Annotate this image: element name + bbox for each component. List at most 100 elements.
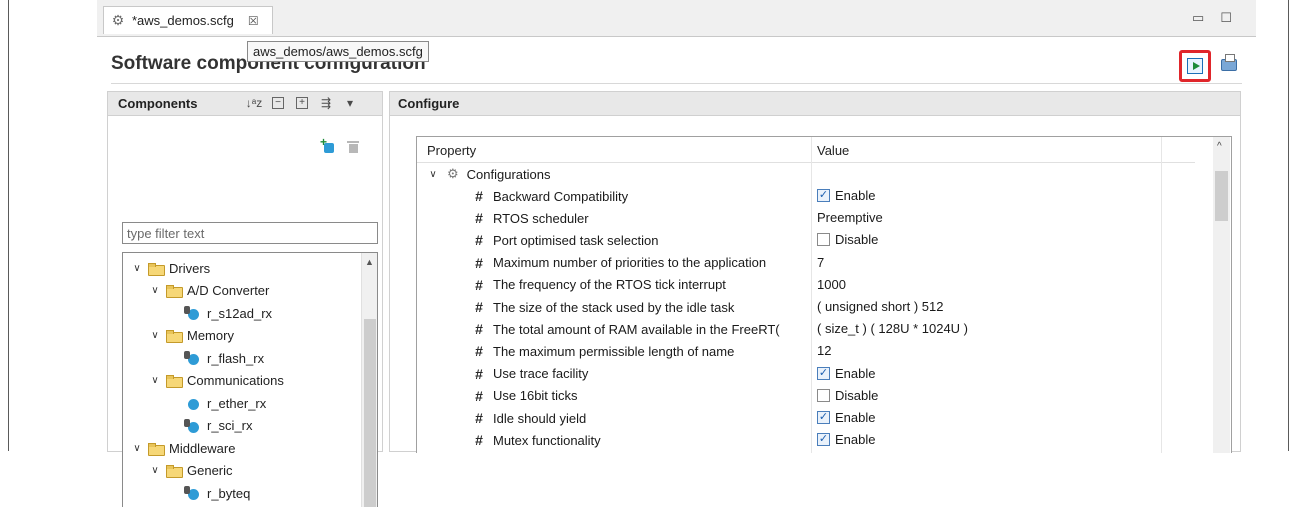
property-value[interactable]: Preemptive <box>817 210 883 225</box>
property-row[interactable]: # Mutex functionality ✓ Enable <box>417 429 1197 451</box>
grid-scrollbar[interactable]: ^ <box>1195 137 1231 453</box>
hash-icon: # <box>475 299 483 315</box>
tree-item[interactable]: ∨ Memory <box>149 325 234 347</box>
components-toolbar: ↓ᵃz − + ⇶ ▾ <box>246 95 358 111</box>
chevron-down-icon[interactable]: ∨ <box>131 443 143 454</box>
component-icon <box>184 486 202 500</box>
property-value[interactable]: 1000 <box>817 277 846 292</box>
property-label: Port optimised task selection <box>493 232 659 248</box>
property-label: Use 16bit ticks <box>493 388 578 404</box>
chevron-down-icon[interactable]: ∨ <box>149 375 161 386</box>
generate-report-icon <box>1221 54 1237 71</box>
tab-aws-demos-scfg[interactable]: ⚙ *aws_demos.scfg ☒ <box>103 6 273 34</box>
tree-item-label: r_s12ad_rx <box>207 305 273 321</box>
collapse-all-icon[interactable]: − <box>270 95 286 111</box>
tree-item[interactable]: r_ether_rx <box>167 392 266 414</box>
chevron-down-icon[interactable]: ∨ <box>427 169 439 180</box>
tree-item[interactable]: ∨ A/D Converter <box>149 280 269 302</box>
tree-item[interactable]: ∨ Generic <box>149 460 233 482</box>
property-label: Maximum number of priorities to the appl… <box>493 255 767 271</box>
property-row[interactable]: # Idle should yield ✓ Enable <box>417 407 1197 429</box>
tree-item[interactable]: ∨ Communications <box>149 370 284 392</box>
checkbox[interactable]: ✓ <box>817 411 830 424</box>
property-row[interactable]: # RTOS scheduler Preemptive <box>417 207 1197 229</box>
property-value[interactable]: Enable <box>835 188 875 203</box>
tab-bar: ⚙ *aws_demos.scfg ☒ ▭ ☐ <box>97 0 1256 36</box>
configure-title: Configure <box>398 96 460 111</box>
tree-item[interactable]: ∨ Drivers <box>131 257 210 279</box>
sort-az-icon[interactable]: ↓ᵃz <box>246 95 262 111</box>
window-controls: ▭ ☐ <box>1192 10 1232 26</box>
chevron-down-icon[interactable]: ∨ <box>149 465 161 476</box>
property-row[interactable]: # The total amount of RAM available in th… <box>417 318 1197 340</box>
group-row-configurations[interactable]: ∨ ⚙ Configurations <box>417 163 1197 185</box>
hash-icon: # <box>475 432 483 449</box>
property-row[interactable]: # The maximum permissible length of name 1… <box>417 340 1197 362</box>
scroll-up-icon[interactable]: ▲ <box>365 257 374 267</box>
chevron-down-icon[interactable]: ∨ <box>149 330 161 341</box>
components-title: Components <box>118 96 198 111</box>
chevron-down-icon[interactable]: ∨ <box>131 263 143 274</box>
property-row[interactable]: # Use 16bit ticks Disable <box>417 385 1197 407</box>
checkbox[interactable]: ✓ <box>817 189 830 202</box>
component-tree: ▲ ∨ Drivers ∨ A/D Converter r_s12ad_rx ∨ Memor… <box>122 252 378 507</box>
tree-item[interactable]: r_byteq <box>167 482 250 504</box>
configure-header: Configure <box>390 92 1240 116</box>
property-row[interactable]: # Maximum number of priorities to the app… <box>417 252 1197 274</box>
expand-all-icon[interactable]: + <box>294 95 310 111</box>
tree-item-label: r_flash_rx <box>207 350 265 366</box>
hash-icon: # <box>475 232 483 249</box>
generate-code-button[interactable] <box>1179 50 1211 82</box>
property-row[interactable]: # The frequency of the RTOS tick interrup… <box>417 274 1197 296</box>
property-value[interactable]: Disable <box>835 388 878 403</box>
chevron-down-icon[interactable]: ∨ <box>149 285 161 296</box>
tree-item-label: Generic <box>187 463 233 478</box>
tree-scrollbar[interactable]: ▲ <box>361 253 377 507</box>
tree-item[interactable]: r_s12ad_rx <box>167 302 272 324</box>
folder-icon <box>166 330 183 343</box>
tree-item-label: Middleware <box>169 440 236 456</box>
grid-scroll-thumb[interactable] <box>1215 171 1228 221</box>
checkbox[interactable] <box>817 233 830 247</box>
tree-item[interactable]: r_flash_rx <box>167 347 264 369</box>
tree-item[interactable]: r_sci_rx <box>167 415 253 437</box>
checkbox[interactable] <box>817 388 830 402</box>
property-column-header[interactable]: Property <box>427 143 476 158</box>
add-component-icon[interactable] <box>320 135 336 154</box>
property-row[interactable]: # Port optimised task selection Disable <box>417 229 1197 251</box>
property-value[interactable]: 7 <box>817 255 824 270</box>
tree-item-label: Memory <box>187 328 234 343</box>
property-value[interactable]: Enable <box>835 432 875 447</box>
minimize-button[interactable]: ▭ <box>1192 10 1204 26</box>
scroll-up-icon[interactable]: ^ <box>1217 141 1222 152</box>
property-value[interactable]: Enable <box>835 366 875 381</box>
hash-icon: # <box>475 365 483 382</box>
property-value[interactable]: 12 <box>817 343 831 358</box>
property-value[interactable]: ( unsigned short ) 512 <box>817 299 943 314</box>
checkbox[interactable]: ✓ <box>817 433 830 447</box>
filter-input[interactable] <box>122 222 378 244</box>
tree-item[interactable]: ∨ Middleware <box>131 437 235 459</box>
component-icon <box>184 418 202 433</box>
close-icon[interactable]: ☒ <box>248 14 259 28</box>
maximize-button[interactable]: ☐ <box>1220 10 1232 26</box>
checkbox[interactable]: ✓ <box>817 366 830 380</box>
property-row[interactable]: # Use trace facility ✓ Enable <box>417 363 1197 385</box>
component-icon <box>184 306 202 320</box>
hash-icon: # <box>475 276 483 293</box>
property-row[interactable]: # Backward Compatibility ✓ Enable <box>417 185 1197 207</box>
property-value[interactable]: Disable <box>835 232 878 247</box>
property-row[interactable]: # The size of the stack used by the idle … <box>417 296 1197 318</box>
tree-scroll-thumb[interactable] <box>364 319 376 507</box>
property-value[interactable]: Enable <box>835 410 875 425</box>
component-icon <box>184 351 202 365</box>
hash-icon: # <box>475 387 483 404</box>
value-column-header[interactable]: Value <box>817 143 849 158</box>
chevron-down-icon[interactable]: ▾ <box>342 95 358 111</box>
property-label: The total amount of RAM available in the… <box>493 321 780 337</box>
editor-area: Software component configuration aws_dem… <box>97 36 1256 507</box>
remove-component-icon[interactable] <box>346 140 360 154</box>
generate-report-button[interactable] <box>1219 54 1239 75</box>
view-options-icon[interactable]: ⇶ <box>318 95 334 111</box>
property-value[interactable]: ( size_t ) ( 128U * 1024U ) <box>817 321 968 336</box>
